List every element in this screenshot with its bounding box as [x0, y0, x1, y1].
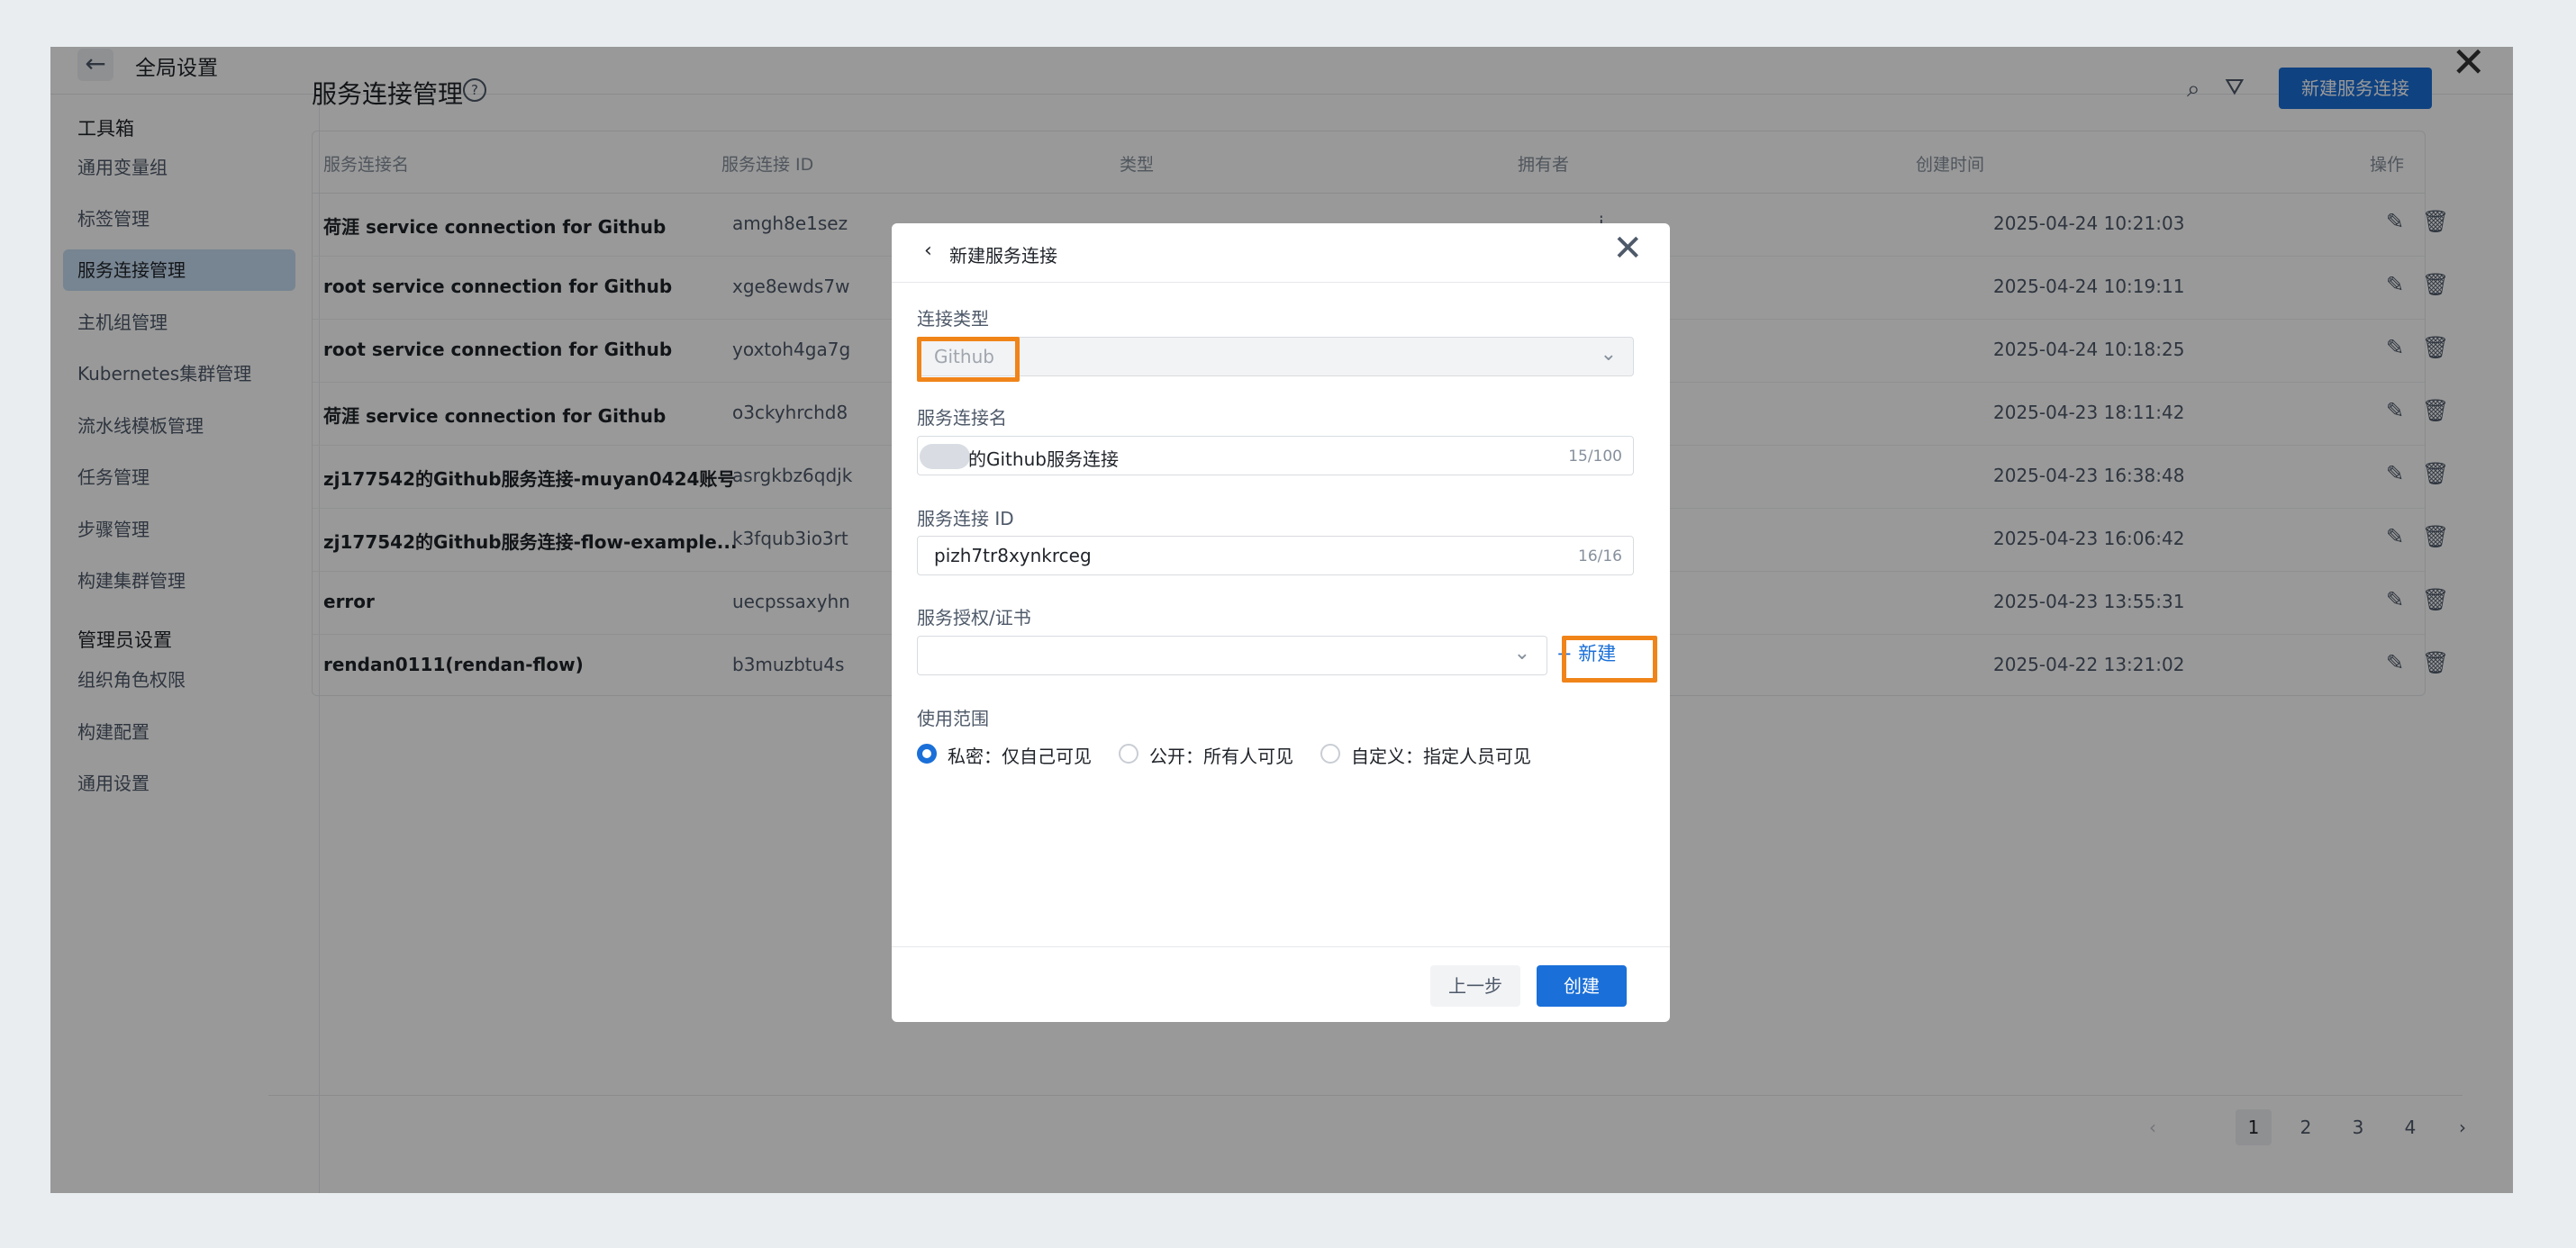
connection-type-label: 连接类型 [917, 308, 989, 330]
radio-private-label[interactable]: 私密：仅自己可见 [948, 742, 1092, 768]
new-service-connection-dialog: ‹ 新建服务连接 ✕ 连接类型 Github ⌄ 服务连接名 的Github服务… [892, 223, 1670, 1022]
connection-id-label: 服务连接 ID [917, 508, 1014, 529]
create-button[interactable]: 创建 [1537, 965, 1627, 1007]
connection-id-input[interactable]: pizh7tr8xynkrceg 16/16 [917, 536, 1634, 575]
radio-public[interactable] [1119, 744, 1138, 764]
dialog-header: ‹ 新建服务连接 ✕ [892, 223, 1670, 283]
dialog-title: 新建服务连接 [949, 245, 1057, 267]
connection-type-select[interactable]: Github ⌄ [917, 337, 1634, 376]
char-count: 16/16 [1578, 547, 1622, 565]
connection-name-input[interactable]: 的Github服务连接 15/100 [917, 436, 1634, 475]
close-icon[interactable]: ✕ [1612, 231, 1643, 267]
radio-private[interactable] [917, 744, 937, 764]
chevron-left-icon[interactable]: ‹ [924, 240, 932, 262]
auth-select[interactable]: ⌄ [917, 636, 1547, 675]
radio-public-label[interactable]: 公开：所有人可见 [1149, 742, 1293, 768]
connection-id-value: pizh7tr8xynkrceg [934, 545, 1092, 566]
redacted-username [920, 444, 970, 469]
highlight-box [917, 337, 1020, 382]
auth-label: 服务授权/证书 [917, 607, 1031, 629]
char-count: 15/100 [1568, 448, 1622, 466]
radio-custom[interactable] [1320, 744, 1340, 764]
connection-name-value: 的Github服务连接 [968, 448, 1119, 470]
chevron-down-icon: ⌄ [1513, 642, 1530, 665]
chevron-down-icon: ⌄ [1600, 343, 1617, 366]
dialog-footer-divider [892, 946, 1670, 947]
highlight-box [1562, 636, 1657, 683]
scope-label: 使用范围 [917, 708, 989, 729]
previous-step-button[interactable]: 上一步 [1430, 965, 1520, 1007]
radio-custom-label[interactable]: 自定义：指定人员可见 [1351, 742, 1531, 768]
connection-name-label: 服务连接名 [917, 407, 1007, 429]
